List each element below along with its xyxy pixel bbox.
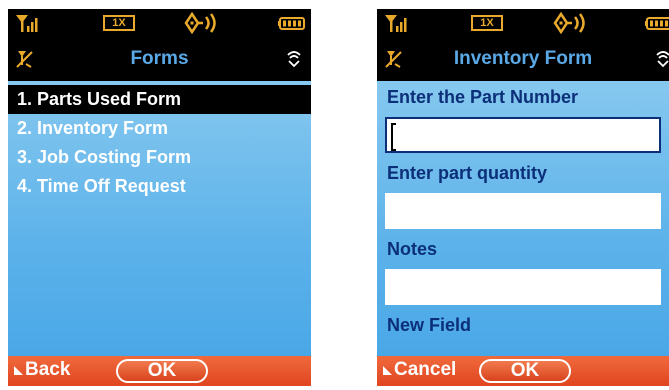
- scroll-indicator-icon: [287, 51, 301, 68]
- phone-screen-inventory-form: 1X Inventory Form Enter the Part Number …: [377, 9, 669, 386]
- cancel-softkey[interactable]: Cancel: [383, 359, 456, 381]
- cancel-softkey-label: Cancel: [394, 359, 457, 380]
- signal-strength-icon: [16, 15, 38, 32]
- new-field-label: New Field: [387, 315, 472, 335]
- softkey-bar: Cancel OK: [377, 356, 669, 386]
- gps-location-icon: [553, 12, 585, 34]
- part-quantity-label: Enter part quantity: [387, 163, 548, 183]
- network-1x-icon: 1X: [471, 15, 503, 31]
- part-number-label: Enter the Part Number: [387, 87, 579, 107]
- status-bar: 1X: [8, 9, 311, 39]
- ok-button[interactable]: OK: [116, 359, 208, 383]
- notes-label: Notes: [387, 239, 438, 259]
- page-title: Forms: [130, 48, 189, 69]
- signal-strength-icon: [385, 15, 407, 32]
- softkey-bar: Back OK: [8, 356, 311, 386]
- battery-icon: [278, 17, 305, 30]
- title-bar: Inventory Form: [377, 39, 669, 79]
- scroll-indicator-icon: [656, 51, 669, 68]
- page-title: Inventory Form: [453, 48, 593, 69]
- ok-button[interactable]: OK: [479, 359, 571, 383]
- menu-item-parts-used-form[interactable]: 1. Parts Used Form: [8, 85, 311, 114]
- menu-item-time-off-request[interactable]: 4. Time Off Request: [8, 172, 311, 201]
- menu-item-inventory-form[interactable]: 2. Inventory Form: [8, 114, 311, 143]
- back-softkey[interactable]: Back: [14, 359, 70, 381]
- part-quantity-input[interactable]: [385, 193, 661, 229]
- status-bar: 1X: [377, 9, 669, 39]
- title-bar: Forms: [8, 39, 311, 79]
- gps-location-icon: [184, 12, 216, 34]
- network-1x-icon: 1X: [103, 15, 135, 31]
- back-softkey-label: Back: [25, 359, 71, 380]
- notes-input[interactable]: [385, 269, 661, 305]
- forms-menu-list: 1. Parts Used Form 2. Inventory Form 3. …: [8, 81, 311, 357]
- phone-screen-forms: 1X Forms 1. Parts Used Form 2. Inventory…: [8, 9, 311, 386]
- menu-item-job-costing-form[interactable]: 3. Job Costing Form: [8, 143, 311, 172]
- softkey-arrow-icon: [14, 366, 23, 375]
- battery-icon: [645, 17, 669, 30]
- softkey-arrow-icon: [383, 366, 392, 375]
- inventory-form: Enter the Part Number Enter part quantit…: [377, 81, 669, 357]
- part-number-input[interactable]: [385, 117, 661, 153]
